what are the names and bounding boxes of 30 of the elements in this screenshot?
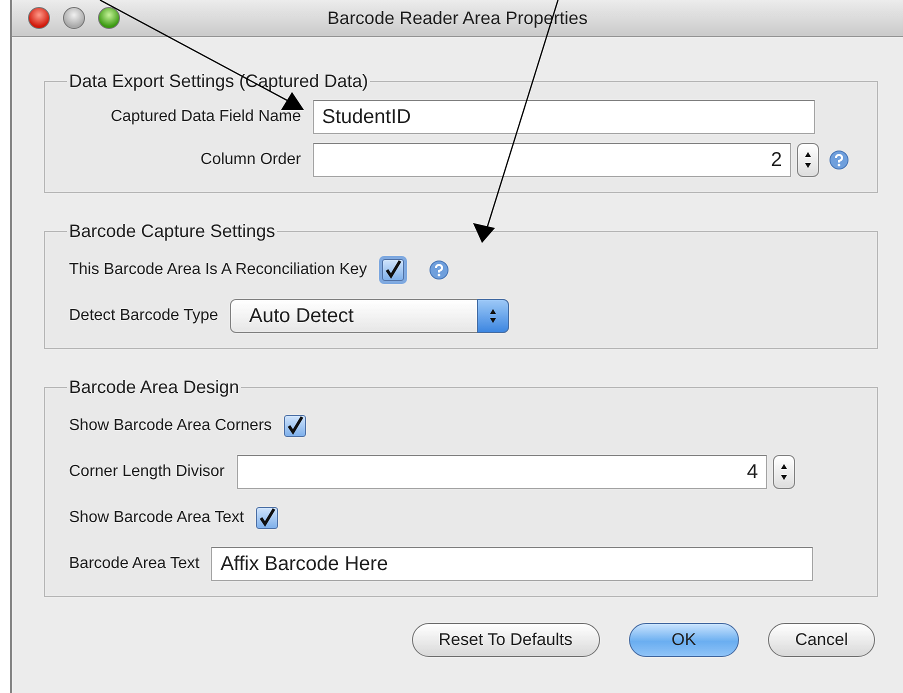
ok-button[interactable]: OK: [628, 623, 740, 657]
help-icon[interactable]: [829, 150, 849, 170]
number-field[interactable]: 2: [313, 143, 791, 177]
checkbox[interactable]: [284, 415, 306, 437]
help-icon[interactable]: [428, 260, 449, 280]
stepper-button[interactable]: [797, 143, 819, 177]
text-field[interactable]: StudentID: [313, 100, 815, 134]
field-label: Detect Barcode Type: [69, 307, 218, 325]
up-down-arrows-icon: [804, 150, 812, 170]
dialog-button[interactable]: Cancel: [768, 623, 875, 657]
text-field[interactable]: Affix Barcode Here: [211, 547, 813, 581]
minimize-button[interactable]: [63, 7, 85, 29]
up-down-arrows-icon: [780, 462, 788, 482]
field-label: Show Barcode Area Corners: [69, 417, 272, 435]
up-down-arrows-icon: [489, 308, 498, 324]
close-button[interactable]: [28, 7, 50, 29]
dropdown[interactable]: Auto Detect: [230, 299, 510, 333]
field-label: Barcode Area Text: [69, 555, 200, 573]
zoom-button[interactable]: [98, 7, 120, 29]
stepper-button[interactable]: [773, 455, 795, 489]
field-label: Corner Length Divisor: [69, 463, 225, 481]
number-field[interactable]: 4: [236, 455, 767, 489]
group-title: Barcode Capture Settings: [68, 221, 276, 242]
checkbox[interactable]: [256, 507, 278, 529]
field-label: Show Barcode Area Text: [69, 509, 244, 527]
field-label: Captured Data Field Name: [110, 108, 301, 126]
field-label: Column Order: [200, 151, 301, 169]
field-label: This Barcode Area Is A Reconciliation Key: [69, 261, 367, 279]
dialog-button[interactable]: Reset To Defaults: [412, 623, 600, 657]
group-title: Barcode Area Design: [68, 377, 240, 398]
